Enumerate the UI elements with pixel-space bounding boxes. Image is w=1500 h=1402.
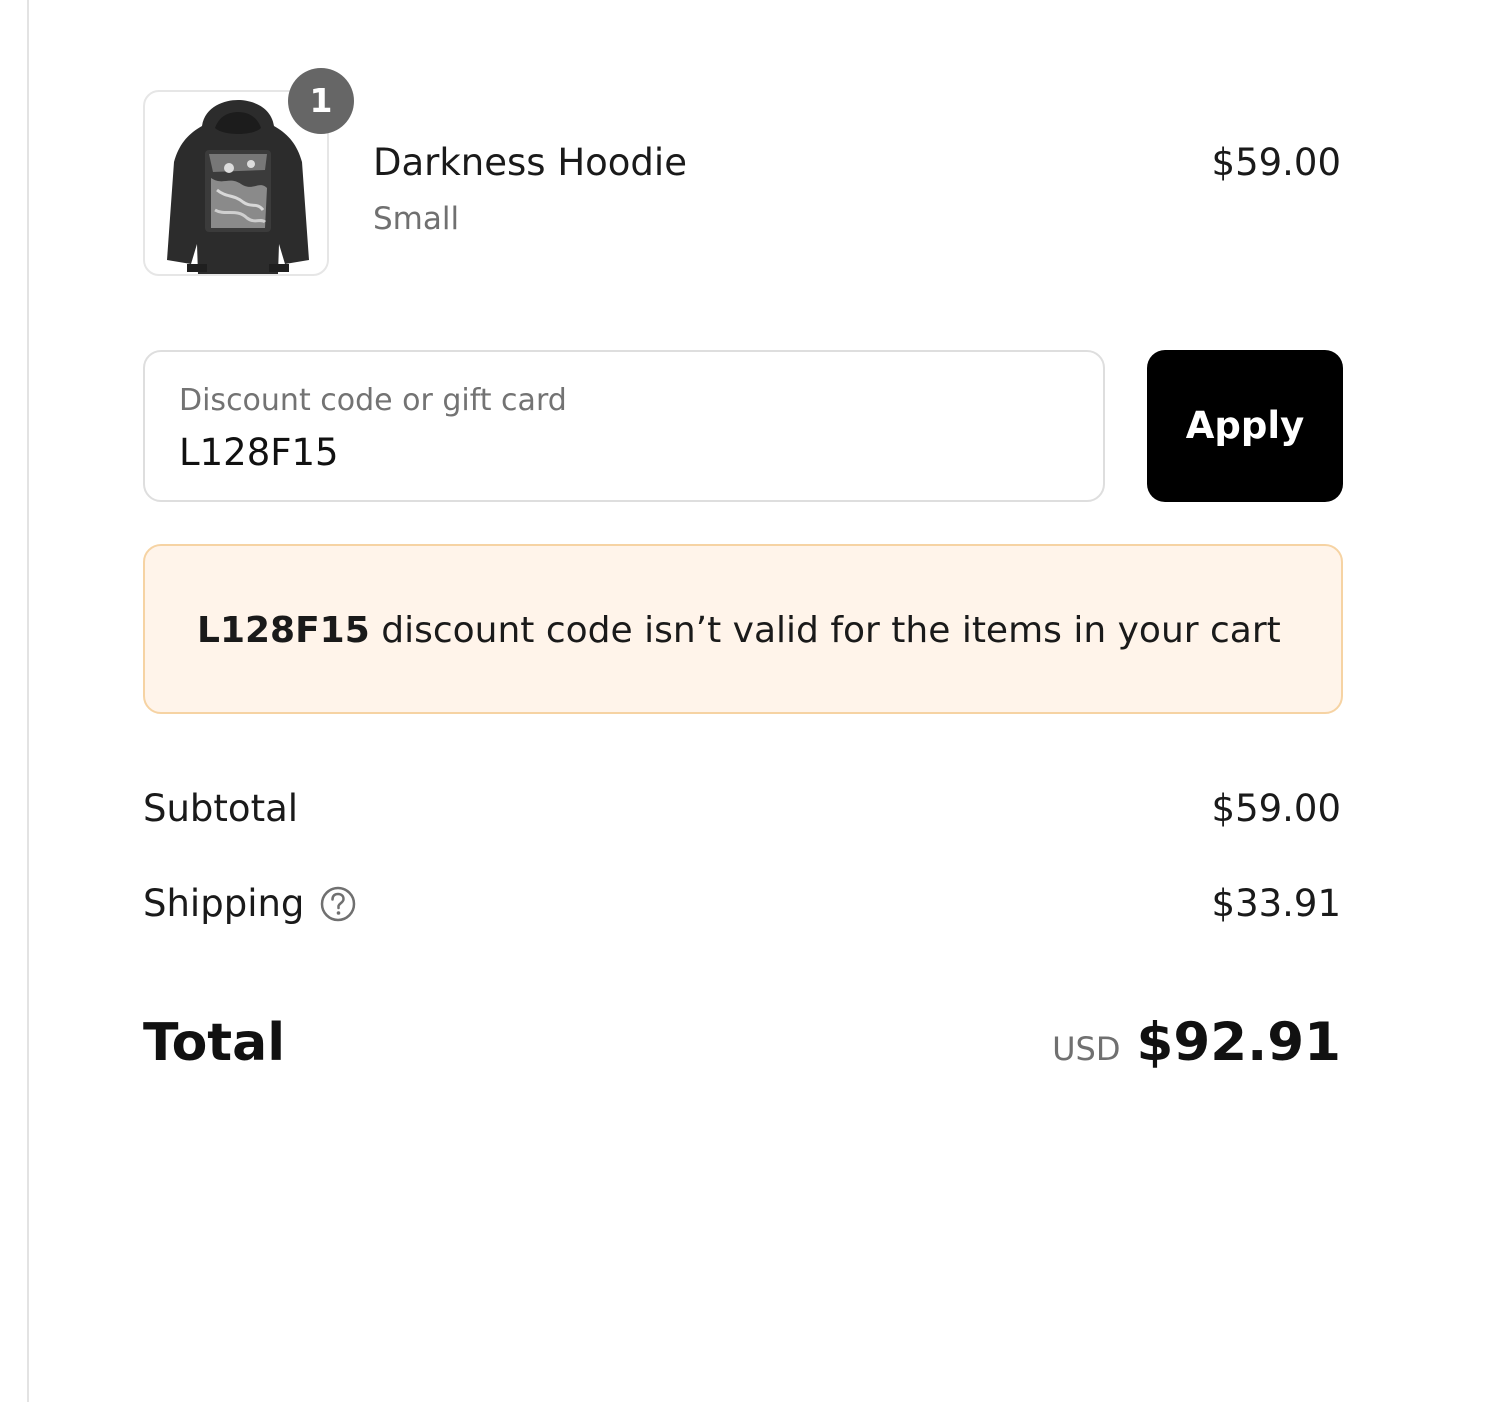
order-summary: 1 Darkness Hoodie Small $59.00 Discount … xyxy=(143,0,1343,1402)
product-price: $59.00 xyxy=(1211,141,1341,184)
currency-code: USD xyxy=(1052,1030,1121,1068)
warning-text: discount code isn’t valid for the items … xyxy=(369,610,1281,651)
discount-code-input[interactable]: Discount code or gift card L128F15 xyxy=(143,350,1105,502)
hoodie-icon xyxy=(167,100,309,274)
discount-warning-banner: L128F15 discount code isn’t valid for th… xyxy=(143,544,1343,714)
total-amount-group: USD $92.91 xyxy=(1052,1008,1341,1090)
product-name: Darkness Hoodie xyxy=(373,141,687,184)
subtotal-value: $59.00 xyxy=(1211,787,1341,830)
shipping-row: Shipping $33.91 xyxy=(143,880,1343,928)
product-variant: Small xyxy=(373,201,460,237)
apply-discount-button[interactable]: Apply xyxy=(1147,350,1343,502)
total-label: Total xyxy=(143,1013,286,1073)
question-circle-icon[interactable] xyxy=(319,885,357,923)
quantity-badge: 1 xyxy=(288,68,354,134)
panel-divider xyxy=(27,0,29,1402)
subtotal-label: Subtotal xyxy=(143,787,299,830)
shipping-value: $33.91 xyxy=(1211,882,1341,925)
total-amount: $92.91 xyxy=(1136,1012,1341,1073)
warning-discount-code: L128F15 xyxy=(197,610,370,651)
subtotal-row: Subtotal $59.00 xyxy=(143,785,1343,833)
discount-code-label: Discount code or gift card xyxy=(179,383,567,418)
discount-code-value[interactable]: L128F15 xyxy=(179,430,339,476)
total-row: Total USD $92.91 xyxy=(143,1008,1343,1078)
shipping-label: Shipping xyxy=(143,882,305,925)
discount-warning-message: L128F15 discount code isn’t valid for th… xyxy=(197,608,1281,654)
cart-line-item: 1 Darkness Hoodie Small $59.00 xyxy=(143,68,1343,280)
